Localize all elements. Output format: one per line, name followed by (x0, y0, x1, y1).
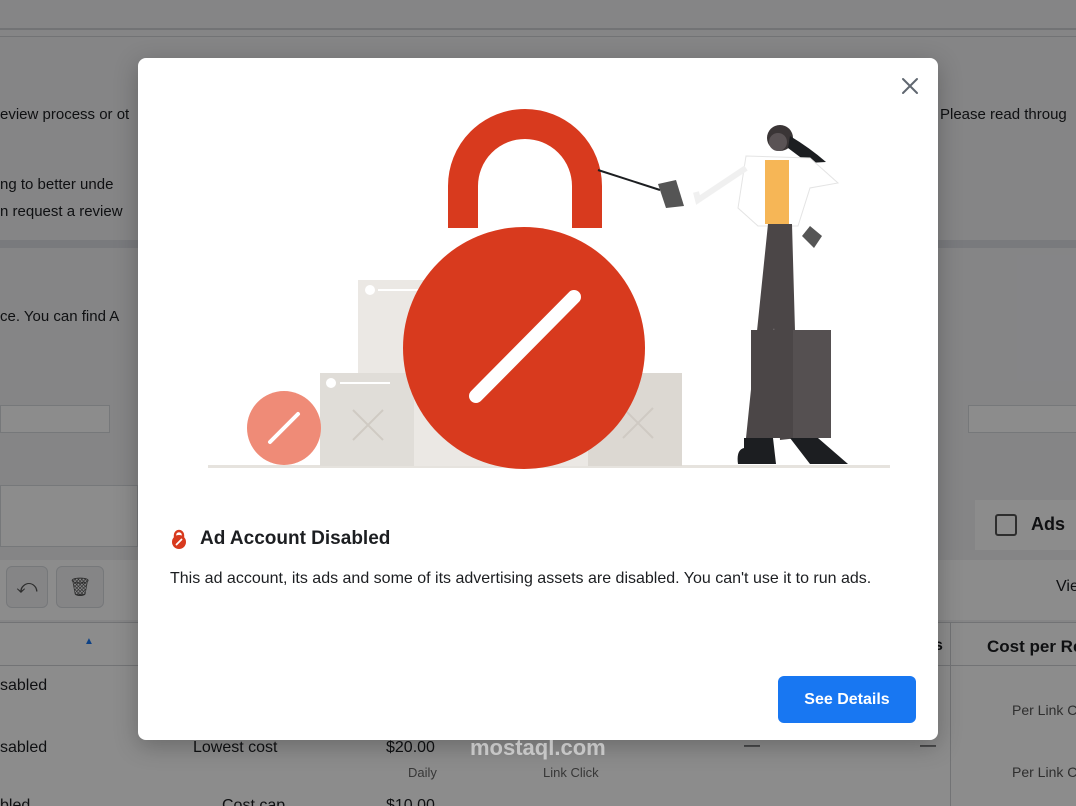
watermark: mostaql.com (470, 735, 606, 760)
disabled-account-illustration (208, 109, 890, 469)
ad-account-disabled-dialog: Ad Account Disabled This ad account, its… (138, 58, 938, 740)
dialog-title: Ad Account Disabled (200, 528, 391, 549)
dialog-message: This ad account, its ads and some of its… (170, 570, 872, 587)
see-details-button[interactable]: See Details (778, 676, 916, 723)
close-icon (902, 78, 918, 94)
lock-alert-icon (172, 529, 186, 549)
dialog-title-row: Ad Account Disabled (170, 528, 390, 550)
close-button[interactable] (898, 74, 922, 98)
